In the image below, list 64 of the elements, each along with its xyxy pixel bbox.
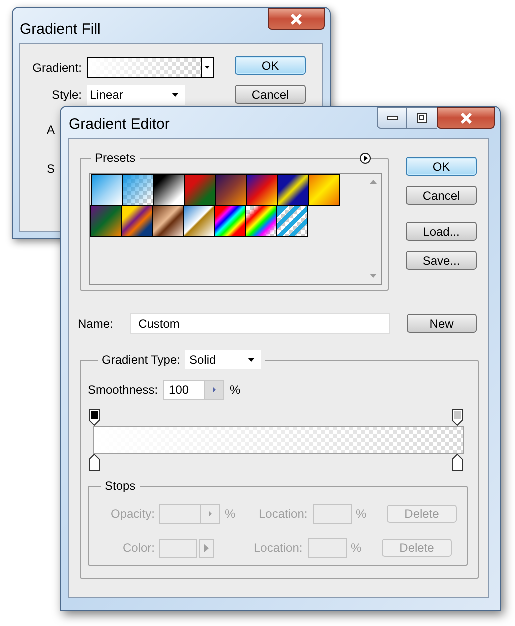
window-title: Gradient Fill — [20, 20, 101, 40]
smoothness-field[interactable]: 100 — [163, 380, 224, 400]
gradient-swatch[interactable] — [246, 174, 278, 206]
field-label: Style: — [50, 87, 83, 104]
gradient-swatch[interactable] — [153, 174, 185, 206]
dialog-button[interactable]: New — [406, 314, 478, 333]
unit-label: % — [225, 506, 237, 523]
maximize-icon — [417, 113, 427, 123]
gradient-swatch[interactable] — [277, 174, 309, 206]
gradient-swatch[interactable] — [152, 205, 184, 237]
close-button[interactable] — [437, 107, 495, 129]
dialog-button[interactable]: Save... — [406, 251, 477, 270]
arrow-right-icon — [212, 387, 216, 393]
gradient-swatch[interactable] — [245, 205, 277, 237]
close-icon — [290, 14, 303, 24]
gradient-swatch[interactable] — [183, 205, 215, 237]
gradient-type-dropdown[interactable]: Solid — [184, 350, 260, 369]
stop-marker-icon[interactable] — [89, 454, 100, 471]
dialog-button[interactable]: Cancel — [235, 85, 306, 104]
ok-button[interactable]: OK — [406, 157, 477, 176]
dropdown-arrow-icon — [248, 358, 254, 362]
stop-marker-icon[interactable] — [452, 409, 463, 426]
name-input[interactable]: Custom — [130, 313, 390, 334]
arrow-right-icon — [204, 544, 209, 552]
field-label: Location: — [259, 506, 309, 523]
field-label: Gradient: — [32, 60, 83, 76]
unit-label: % — [230, 382, 241, 399]
stop-marker-icon[interactable] — [452, 454, 463, 471]
gradient-picker[interactable] — [87, 57, 214, 78]
style-dropdown[interactable]: Linear — [87, 85, 185, 105]
unit-label: % — [351, 540, 363, 557]
maximize-button[interactable] — [407, 107, 437, 129]
group-title: Stops — [101, 479, 140, 493]
close-icon — [460, 112, 472, 124]
ok-button[interactable]: OK — [235, 56, 306, 75]
field-label: Gradient Type: — [102, 352, 180, 368]
gradient-swatch[interactable] — [122, 174, 154, 206]
gradient-swatch[interactable] — [121, 205, 153, 237]
unit-label: % — [356, 506, 368, 523]
field-label: S — [47, 161, 56, 178]
gradient-swatch[interactable] — [184, 174, 216, 206]
minimize-button[interactable] — [377, 107, 407, 129]
window-title: Gradient Editor — [69, 115, 170, 135]
field-label: Smoothness: — [88, 382, 158, 399]
dropdown-arrow-icon — [204, 66, 210, 69]
gradient-swatch[interactable] — [276, 205, 308, 237]
stop-marker-icon[interactable] — [89, 409, 100, 426]
gradient-swatch[interactable] — [215, 174, 247, 206]
close-button[interactable] — [268, 8, 325, 30]
field-label: Opacity: — [110, 506, 156, 523]
dialog-button[interactable]: Cancel — [406, 186, 477, 205]
dropdown-arrow-icon — [172, 93, 179, 97]
minimize-icon — [386, 116, 398, 120]
field-label: Color: — [122, 540, 156, 557]
arrow-right-icon — [208, 511, 212, 517]
field-label: Name: — [78, 316, 114, 332]
field-label: Location: — [254, 540, 304, 557]
field-label: A — [47, 122, 56, 139]
gradient-swatch[interactable] — [90, 205, 122, 237]
gradient-swatch[interactable] — [214, 205, 246, 237]
group-title: Presets — [91, 151, 140, 165]
gradient-swatch[interactable] — [91, 174, 123, 206]
gradient-swatch[interactable] — [308, 174, 340, 206]
dialog-button[interactable]: Load... — [406, 222, 477, 241]
